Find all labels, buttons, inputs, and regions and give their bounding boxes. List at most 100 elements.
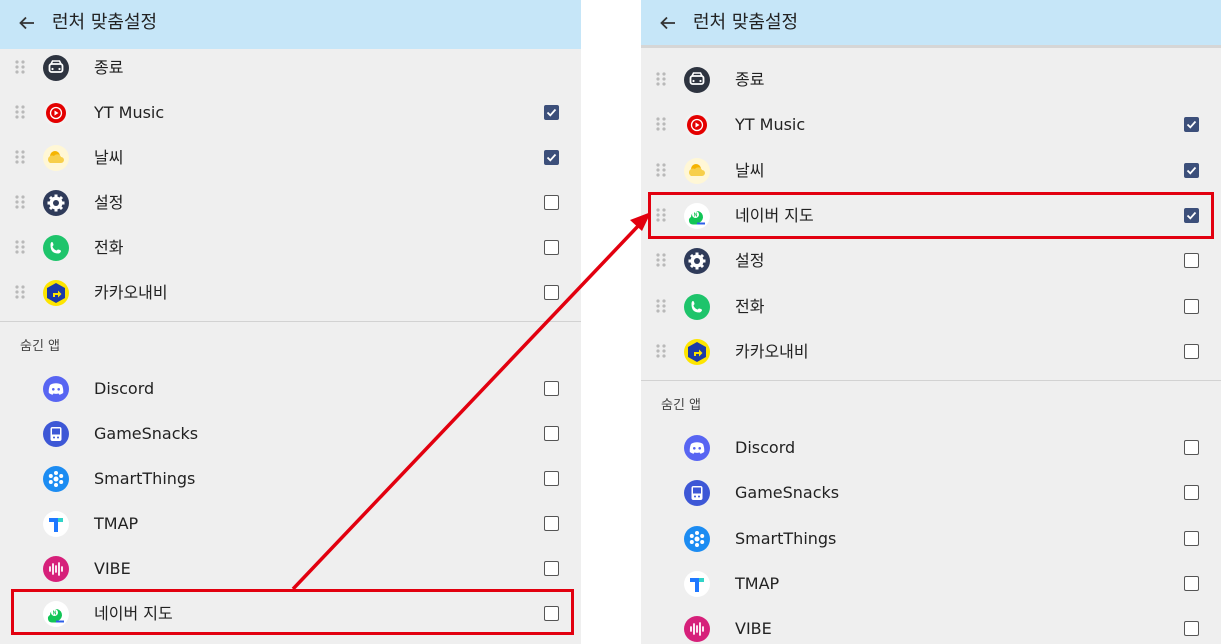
app-bar: 런처 맞춤설정 (0, 0, 581, 49)
drag-handle-icon[interactable] (655, 298, 667, 314)
visibility-checkbox[interactable] (1184, 117, 1199, 133)
app-label: 설정 (735, 251, 765, 271)
settings-icon (683, 247, 711, 275)
app-row-settings[interactable]: 설정 (0, 180, 581, 225)
app-row-kakao-navi[interactable]: 카카오내비 (0, 270, 581, 315)
app-label: 종료 (94, 58, 124, 77)
visibility-checkbox[interactable] (544, 285, 559, 300)
discord-icon (683, 434, 711, 462)
hidden-app-row-tmap[interactable]: TMAP (0, 501, 581, 546)
drag-handle-icon[interactable] (655, 207, 667, 223)
gamesnacks-icon (683, 479, 711, 507)
drag-handle-icon[interactable] (14, 194, 26, 210)
hidden-app-row-gamesnacks[interactable]: GameSnacks (641, 470, 1221, 515)
app-row-phone[interactable]: 전화 (641, 284, 1221, 329)
hidden-app-row-discord[interactable]: Discord (0, 366, 581, 411)
hidden-app-row-vibe[interactable]: VIBE (0, 546, 581, 591)
app-row-weather[interactable]: 날씨 (641, 148, 1221, 193)
hidden-app-row-tmap[interactable]: TMAP (641, 561, 1221, 606)
hidden-app-row-smartthings[interactable]: SmartThings (641, 516, 1221, 561)
drag-handle-icon[interactable] (14, 239, 26, 255)
page-title: 런처 맞춤설정 (52, 12, 158, 33)
yt-music-icon (683, 111, 711, 139)
svg-text:N: N (694, 212, 698, 218)
phone-icon (683, 293, 711, 321)
app-label: 종료 (735, 70, 765, 89)
visibility-checkbox[interactable] (1184, 485, 1199, 501)
visibility-checkbox[interactable] (544, 561, 559, 576)
visibility-checkbox[interactable] (544, 381, 559, 396)
app-row-settings[interactable]: 설정 (641, 238, 1221, 283)
app-label: TMAP (94, 514, 139, 533)
app-label: SmartThings (735, 528, 837, 548)
drag-handle-icon[interactable] (655, 252, 667, 268)
kakao-navi-icon (42, 279, 70, 307)
page-title: 런처 맞춤설정 (693, 12, 799, 33)
app-label: Discord (735, 438, 796, 457)
vibe-icon (683, 615, 711, 643)
visibility-checkbox[interactable] (544, 606, 559, 621)
hidden-app-row-gamesnacks[interactable]: GameSnacks (0, 411, 581, 456)
visibility-checkbox[interactable] (544, 471, 559, 486)
visibility-checkbox[interactable] (544, 240, 559, 255)
visibility-checkbox[interactable] (1184, 298, 1199, 314)
back-arrow-icon[interactable] (655, 10, 681, 36)
app-row-car[interactable]: 종료 (0, 45, 581, 90)
visibility-checkbox[interactable] (1184, 440, 1199, 455)
visibility-checkbox[interactable] (544, 150, 559, 165)
app-row-naver-map[interactable]: N 네이버 지도 (641, 193, 1221, 238)
drag-handle-icon[interactable] (14, 59, 26, 75)
visibility-checkbox[interactable] (1184, 253, 1199, 269)
app-bar: 런처 맞춤설정 (641, 0, 1221, 48)
app-row-yt-music[interactable]: YT Music (0, 90, 581, 135)
gamesnacks-icon (42, 420, 70, 448)
section-divider (641, 380, 1221, 381)
app-label: 전화 (94, 238, 124, 257)
app-row-car[interactable]: 종료 (641, 57, 1221, 102)
naver-map-icon: N (683, 202, 711, 230)
visibility-checkbox[interactable] (1184, 162, 1199, 178)
visibility-checkbox[interactable] (1184, 343, 1199, 359)
visibility-checkbox[interactable] (1184, 621, 1199, 637)
visibility-checkbox[interactable] (1184, 530, 1199, 546)
weather-icon (42, 144, 70, 172)
hidden-app-row-discord[interactable]: Discord (641, 425, 1221, 470)
visibility-checkbox[interactable] (1184, 207, 1199, 223)
visibility-checkbox[interactable] (544, 105, 559, 120)
settings-icon (42, 189, 70, 217)
app-label: SmartThings (94, 469, 196, 488)
drag-handle-icon[interactable] (655, 71, 667, 87)
app-label: 설정 (94, 193, 124, 212)
smartthings-icon (42, 465, 70, 493)
car-icon (42, 54, 70, 82)
visibility-checkbox[interactable] (544, 195, 559, 210)
kakao-navi-icon (683, 338, 711, 366)
hidden-apps-header: 숨긴 앱 (661, 398, 702, 413)
app-row-weather[interactable]: 날씨 (0, 135, 581, 180)
app-label: Discord (94, 379, 155, 398)
launcher-settings-after: 런처 맞춤설정 종료 YT Music 날씨 N 네이버 지도 설정 전화 카카… (641, 0, 1221, 644)
drag-handle-icon[interactable] (655, 162, 667, 178)
back-arrow-icon[interactable] (14, 10, 40, 36)
hidden-app-row-vibe[interactable]: VIBE (641, 606, 1221, 644)
drag-handle-icon[interactable] (655, 343, 667, 359)
app-row-phone[interactable]: 전화 (0, 225, 581, 270)
app-row-kakao-navi[interactable]: 카카오내비 (641, 329, 1221, 374)
hidden-app-row-smartthings[interactable]: SmartThings (0, 456, 581, 501)
tmap-icon (683, 570, 711, 598)
app-row-yt-music[interactable]: YT Music (641, 102, 1221, 147)
visibility-checkbox[interactable] (1184, 575, 1199, 591)
weather-icon (683, 157, 711, 185)
app-label: 날씨 (94, 148, 124, 167)
visibility-checkbox[interactable] (544, 516, 559, 531)
drag-handle-icon[interactable] (14, 284, 26, 300)
visibility-checkbox[interactable] (544, 426, 559, 441)
drag-handle-icon[interactable] (14, 149, 26, 165)
svg-text:N: N (53, 611, 57, 617)
phone-icon (42, 234, 70, 262)
drag-handle-icon[interactable] (14, 104, 26, 120)
hidden-app-row-naver-map[interactable]: N 네이버 지도 (0, 591, 581, 636)
drag-handle-icon[interactable] (655, 116, 667, 132)
launcher-settings-before: 런처 맞춤설정 종료 YT Music 날씨 설정 전화 카카오내비 숨긴 앱 … (0, 0, 581, 644)
app-label: 카카오내비 (735, 341, 809, 361)
